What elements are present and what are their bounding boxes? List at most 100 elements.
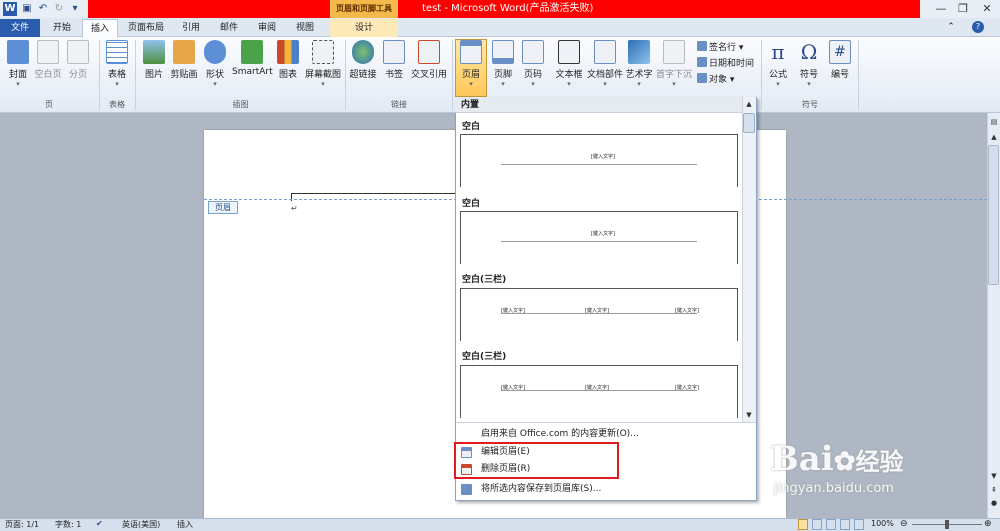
tab-view[interactable]: 视图 xyxy=(288,19,322,37)
draft-view-icon[interactable] xyxy=(854,519,864,530)
placeholder-text: [键入文字] xyxy=(591,154,615,160)
clipart-icon xyxy=(173,40,195,64)
gallery-scroll-down-arrow[interactable]: ▼ xyxy=(743,409,755,421)
status-insert-mode[interactable]: 插入 xyxy=(177,519,193,530)
scroll-down-arrow[interactable]: ▼ xyxy=(988,470,1000,482)
tab-mailings[interactable]: 邮件 xyxy=(212,19,246,37)
scroll-up-arrow[interactable]: ▲ xyxy=(988,131,1000,143)
quick-parts-icon xyxy=(594,40,616,64)
header-label: 页眉 xyxy=(461,70,480,80)
previous-page-icon[interactable]: ⇞ xyxy=(988,484,1000,496)
shapes-label: 形状 xyxy=(205,70,224,80)
zoom-out-icon[interactable]: ⊖ xyxy=(900,519,910,530)
clipart-label: 剪贴画 xyxy=(170,70,198,80)
chevron-down-icon: ▾ xyxy=(531,80,535,88)
maximize-button[interactable]: ❐ xyxy=(952,0,974,18)
footer-button[interactable]: 页脚 ▾ xyxy=(489,40,517,89)
page-number-icon xyxy=(522,40,544,64)
bookmark-button[interactable]: 书签 xyxy=(381,40,407,80)
tab-home[interactable]: 开始 xyxy=(44,19,80,37)
chart-button[interactable]: 图表 xyxy=(274,40,302,80)
calendar-icon xyxy=(697,57,707,67)
cover-page-button[interactable]: 封面 ▾ xyxy=(4,40,32,89)
date-time-label: 日期和时间 xyxy=(709,59,755,69)
save-icon[interactable]: ▣ xyxy=(20,2,34,16)
symbol-button[interactable]: Ω 符号 ▾ xyxy=(795,40,823,89)
footer-label: 页脚 xyxy=(493,70,512,80)
chevron-down-icon: ▾ xyxy=(16,80,20,88)
chart-label: 图表 xyxy=(278,70,297,80)
page-break-icon xyxy=(67,40,89,64)
object-button[interactable]: 对象 ▾ xyxy=(697,73,734,86)
number-button[interactable]: # 编号 xyxy=(826,40,854,80)
scrollbar-thumb[interactable] xyxy=(988,145,999,285)
clipart-button[interactable]: 剪贴画 xyxy=(170,40,198,80)
ruler-toggle-icon[interactable]: ▤ xyxy=(988,116,1000,128)
group-separator xyxy=(452,40,453,110)
qat-customize-icon[interactable]: ▾ xyxy=(68,2,82,16)
group-label-illustrations: 插图 xyxy=(232,100,249,109)
zoom-in-icon[interactable]: ⊕ xyxy=(984,519,994,530)
blank-page-button[interactable]: 空白页 xyxy=(34,40,62,80)
picture-button[interactable]: 图片 xyxy=(140,40,168,80)
ribbon-minimize-icon[interactable]: ⌃ xyxy=(945,21,957,33)
minimize-button[interactable]: — xyxy=(930,0,952,18)
redo-icon[interactable]: ↻ xyxy=(52,2,66,16)
tab-insert[interactable]: 插入 xyxy=(82,19,118,38)
zoom-slider-thumb[interactable] xyxy=(945,520,949,529)
signature-icon xyxy=(697,41,707,51)
shapes-button[interactable]: 形状 ▾ xyxy=(201,40,229,89)
gallery-item-blank-three-column[interactable]: [键入文字] [键入文字] [键入文字] xyxy=(460,288,738,341)
proofing-icon[interactable]: ✔ xyxy=(96,519,108,528)
gallery-scrollbar[interactable] xyxy=(742,97,756,422)
gallery-section-title: 内置 xyxy=(455,97,742,113)
print-layout-icon[interactable] xyxy=(798,519,808,530)
status-language[interactable]: 英语(美国) xyxy=(122,519,160,530)
undo-icon[interactable]: ↶ xyxy=(36,2,50,16)
textbox-button[interactable]: 文本框 ▾ xyxy=(554,40,584,89)
dropcap-label: 首字下沉 xyxy=(655,70,692,80)
page-number-button[interactable]: 页码 ▾ xyxy=(519,40,547,89)
gallery-item-blank[interactable]: [键入文字] xyxy=(460,134,738,187)
tab-references[interactable]: 引用 xyxy=(174,19,208,37)
group-label-symbols: 符号 xyxy=(802,100,818,109)
chevron-down-icon: ▾ xyxy=(321,80,325,88)
tab-design[interactable]: 设计 xyxy=(330,19,398,37)
signature-label: 签名行 xyxy=(709,43,737,53)
hyperlink-button[interactable]: 超链接 xyxy=(348,40,378,80)
status-word-count[interactable]: 字数: 1 xyxy=(55,519,81,530)
close-button[interactable]: ✕ xyxy=(974,0,1000,18)
header-button[interactable]: 页眉 ▾ xyxy=(456,40,486,89)
equation-button[interactable]: π 公式 ▾ xyxy=(764,40,792,89)
web-layout-icon[interactable] xyxy=(826,519,836,530)
gallery-item-blank[interactable]: [键入文字] xyxy=(460,211,738,264)
gallery-scroll-up-arrow[interactable]: ▲ xyxy=(743,98,755,110)
date-time-button[interactable]: 日期和时间 xyxy=(697,57,754,70)
status-page[interactable]: 页面: 1/1 xyxy=(5,519,39,530)
gallery-item-blank-three-column[interactable]: [键入文字] [键入文字] [键入文字] xyxy=(460,365,738,418)
gallery-scrollbar-thumb[interactable] xyxy=(743,113,755,133)
tab-review[interactable]: 审阅 xyxy=(250,19,284,37)
zoom-level[interactable]: 100% xyxy=(871,519,894,528)
outline-view-icon[interactable] xyxy=(840,519,850,530)
quick-parts-button[interactable]: 文档部件 ▾ xyxy=(586,40,624,89)
browse-object-icon[interactable]: ● xyxy=(988,497,1000,509)
tab-file[interactable]: 文件 xyxy=(0,19,40,37)
full-screen-reading-icon[interactable] xyxy=(812,519,822,530)
help-icon[interactable]: ? xyxy=(972,21,984,33)
chevron-down-icon: ▾ xyxy=(776,80,780,88)
menu-item-office-update[interactable]: 启用来自 Office.com 的内容更新(O)... xyxy=(456,426,756,443)
signature-line-button[interactable]: 签名行 ▾ xyxy=(697,41,743,54)
smartart-button[interactable]: SmartArt xyxy=(232,40,273,77)
word-icon[interactable]: W xyxy=(3,2,17,16)
page-break-button[interactable]: 分页 xyxy=(64,40,92,80)
dropcap-button[interactable]: 首字下沉 ▾ xyxy=(655,40,693,89)
tab-page-layout[interactable]: 页面布局 xyxy=(122,19,170,37)
table-button[interactable]: 表格 ▾ xyxy=(103,40,131,89)
cross-reference-button[interactable]: 交叉引用 xyxy=(409,40,449,80)
chart-icon xyxy=(277,40,299,64)
bookmark-icon xyxy=(383,40,405,64)
screenshot-button[interactable]: 屏幕截图 ▾ xyxy=(304,40,342,89)
wordart-button[interactable]: 艺术字 ▾ xyxy=(625,40,653,89)
menu-item-save-selection[interactable]: 将所选内容保存到页眉库(S)... xyxy=(456,481,756,498)
